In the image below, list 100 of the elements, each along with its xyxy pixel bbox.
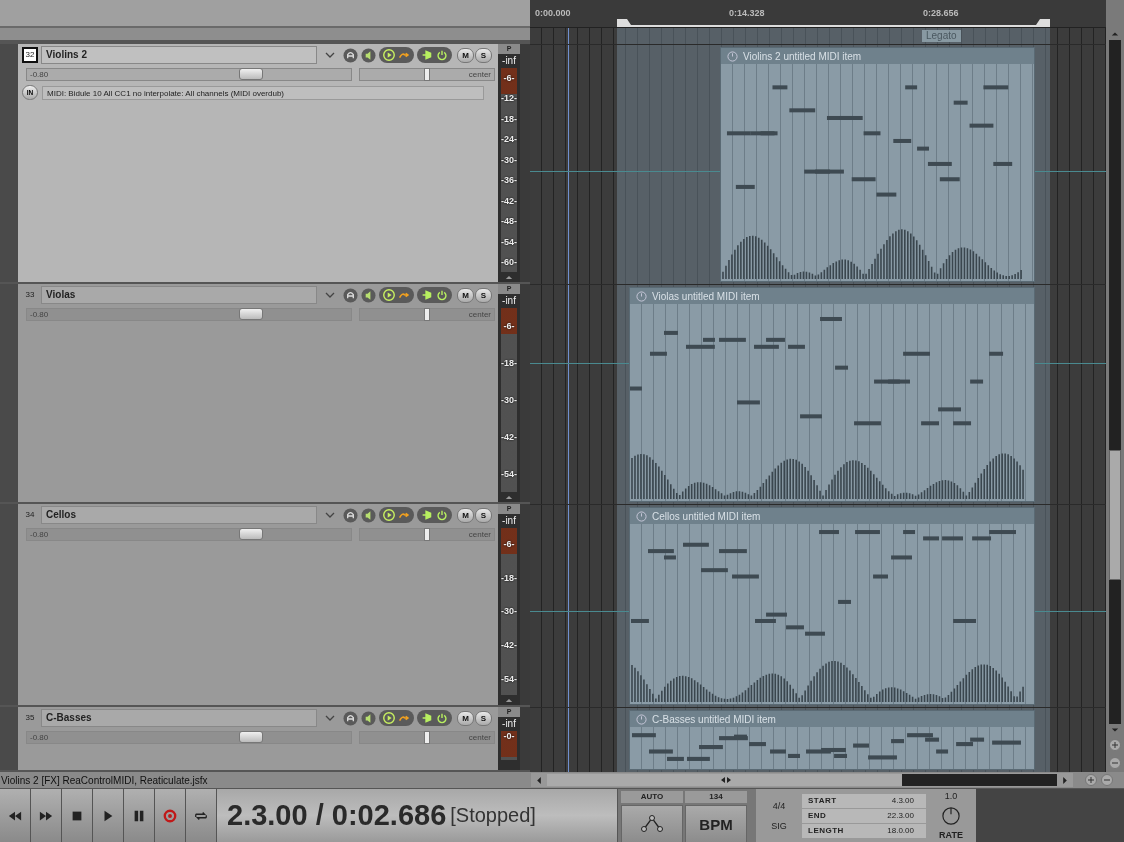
- play-icon: [382, 508, 396, 522]
- rate-knob[interactable]: [942, 806, 960, 825]
- track-name-field[interactable]: Cellos: [41, 506, 317, 524]
- time-selection-bar[interactable]: [617, 17, 1050, 27]
- volume-slider-thumb[interactable]: [238, 308, 263, 320]
- meter-tick-label: -42-: [501, 195, 517, 207]
- speaker-icon[interactable]: [361, 47, 376, 63]
- speaker-icon[interactable]: [361, 507, 376, 523]
- track-toggle-button[interactable]: S: [475, 507, 492, 523]
- record-arm-icon[interactable]: [343, 507, 358, 523]
- scroll-up-icon[interactable]: [505, 275, 513, 280]
- envelope-points-icon: [640, 814, 664, 834]
- volume-slider[interactable]: -0.80: [26, 68, 352, 81]
- pan-slider-thumb[interactable]: [424, 68, 430, 81]
- meter-tick-label: -30-: [501, 154, 517, 166]
- track-number: 33: [24, 289, 36, 301]
- track-toggle-button[interactable]: M: [457, 287, 474, 303]
- repeat-button[interactable]: [186, 789, 217, 842]
- pan-slider-thumb[interactable]: [424, 731, 430, 744]
- power-icon: [435, 48, 449, 62]
- record-button[interactable]: [155, 789, 186, 842]
- play-button[interactable]: [93, 789, 124, 842]
- meter-tick-label: -24-: [501, 134, 517, 146]
- fx-button-group[interactable]: [379, 710, 414, 726]
- meter-tick-label: -6-: [503, 539, 515, 551]
- pan-slider-thumb[interactable]: [424, 528, 430, 541]
- track-number: 35: [24, 712, 36, 724]
- track-toggle-button[interactable]: S: [475, 47, 492, 63]
- scrollbar-thumb[interactable]: [1109, 450, 1121, 580]
- fast-forward-button[interactable]: [31, 789, 62, 842]
- volume-slider-thumb[interactable]: [238, 528, 263, 540]
- peak-readout: -inf: [502, 514, 516, 528]
- fx-button-group[interactable]: [379, 47, 414, 63]
- time-label: 0:28.656: [923, 8, 959, 18]
- fx-button-group[interactable]: [379, 507, 414, 523]
- timeline-ruler[interactable]: 0:00.000 0:14.328 0:28.656: [530, 0, 1106, 28]
- caret-icon[interactable]: [325, 715, 335, 721]
- loop-field[interactable]: START 4.3.00: [802, 793, 926, 808]
- caret-icon[interactable]: [325, 52, 335, 58]
- volume-slider-thumb[interactable]: [238, 731, 263, 743]
- scroll-up-icon[interactable]: [505, 495, 513, 500]
- volume-value: -0.80: [30, 309, 49, 320]
- time-label: 0:14.328: [729, 8, 765, 18]
- routing-button-group[interactable]: [417, 47, 452, 63]
- track-toggle-button[interactable]: M: [457, 47, 474, 63]
- routing-button-group[interactable]: [417, 287, 452, 303]
- track-name-field[interactable]: C-Basses: [41, 709, 317, 727]
- pan-slider-thumb[interactable]: [424, 308, 430, 321]
- scroll-left-icon[interactable]: [536, 775, 542, 785]
- track-header[interactable]: 33 Violas M S -0.80 center: [18, 284, 498, 502]
- peak-readout: -inf: [502, 54, 516, 68]
- zoom-in-icon[interactable]: [1084, 774, 1097, 786]
- scroll-up-icon[interactable]: [1111, 31, 1119, 37]
- speaker-icon[interactable]: [361, 710, 376, 726]
- bpm-button[interactable]: BPM: [685, 805, 747, 842]
- input-field[interactable]: MIDI: Bidule 10 All CC1 no interpolate: All channels (MIDI overdub): [42, 85, 484, 100]
- vertical-scrollbar[interactable]: [1106, 0, 1124, 772]
- item-title: C-Basses untitled MIDI item: [652, 713, 776, 725]
- meter-tick-label: -6-: [503, 321, 515, 332]
- caret-icon[interactable]: [325, 292, 335, 298]
- rewind-button[interactable]: [0, 789, 31, 842]
- track-toggle-button[interactable]: M: [457, 507, 474, 523]
- track-toggle-button[interactable]: S: [475, 710, 492, 726]
- speaker-icon[interactable]: [361, 287, 376, 303]
- stop-button[interactable]: [62, 789, 93, 842]
- scroll-down-icon[interactable]: [1111, 727, 1119, 733]
- track-toggle-button[interactable]: S: [475, 287, 492, 303]
- track-name-field[interactable]: Violins 2: [41, 46, 317, 64]
- meter-tick-label: -18-: [501, 113, 517, 125]
- time-display[interactable]: 2.3.00 / 0:02.686[Stopped]: [217, 789, 618, 842]
- fx-button-group[interactable]: [379, 287, 414, 303]
- play-icon: [382, 48, 396, 62]
- record-arm-icon[interactable]: [343, 710, 358, 726]
- power-icon: [435, 288, 449, 302]
- routing-button-group[interactable]: [417, 507, 452, 523]
- loop-field-value: 4.3.00: [891, 794, 914, 807]
- meter-tick-label: -18-: [501, 572, 517, 584]
- scroll-up-icon[interactable]: [505, 698, 513, 703]
- meter-tick-label: -30-: [501, 395, 517, 406]
- horizontal-scrollbar[interactable]: [531, 773, 1073, 787]
- track-header[interactable]: 35 C-Basses M S -0.80 center: [18, 707, 498, 770]
- track-toggle-button[interactable]: M: [457, 710, 474, 726]
- track-name-field[interactable]: Violas: [41, 286, 317, 304]
- record-arm-icon[interactable]: [343, 287, 358, 303]
- resize-handle-icon[interactable]: [720, 776, 732, 784]
- routing-button-group[interactable]: [417, 710, 452, 726]
- track-header[interactable]: 34 Cellos M S -0.80 center: [18, 504, 498, 705]
- pause-button[interactable]: [124, 789, 155, 842]
- pan-slider[interactable]: center: [359, 68, 495, 81]
- automation-button[interactable]: [621, 805, 683, 842]
- loop-field[interactable]: LENGTH 18.0.00: [802, 823, 926, 838]
- pan-value: center: [468, 529, 491, 540]
- zoom-in-icon[interactable]: [1109, 739, 1121, 751]
- position-readout: 2.3.00 / 0:02.686: [227, 799, 447, 832]
- meter-tick-label: -60-: [501, 257, 517, 269]
- loop-field[interactable]: END 22.3.00: [802, 808, 926, 823]
- record-arm-icon[interactable]: [343, 47, 358, 63]
- caret-icon[interactable]: [325, 512, 335, 518]
- scroll-right-icon[interactable]: [1062, 775, 1068, 785]
- volume-slider-thumb[interactable]: [238, 68, 263, 80]
